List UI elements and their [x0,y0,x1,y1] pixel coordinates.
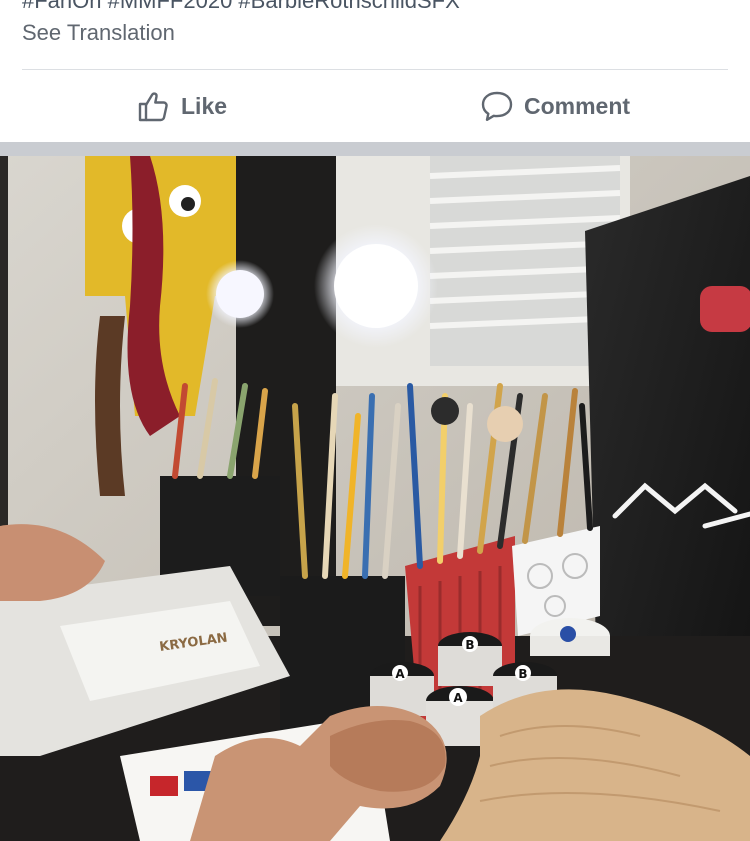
makeup-station-illustration: A B A B KRYOLAN [0,156,750,841]
like-button[interactable]: Like [137,70,227,142]
like-label: Like [181,92,228,119]
post-separator [0,142,750,156]
comment-label: Comment [524,92,631,119]
tin-label: B [465,638,474,652]
post-hashtags[interactable]: #FanOn #MMFF2020 #BarbieRothschildSFX [22,0,722,10]
post-photo[interactable]: A B A B KRYOLAN [0,156,750,841]
see-translation-link[interactable]: See Translation [22,20,175,46]
comment-button[interactable]: Comment [480,70,630,142]
tin-label: B [518,667,527,681]
post-action-bar: Like Comment [0,70,750,142]
tin-label: A [395,667,405,681]
tin-label: A [453,691,463,705]
thumbs-up-icon [137,89,171,123]
comment-bubble-icon [480,89,514,123]
